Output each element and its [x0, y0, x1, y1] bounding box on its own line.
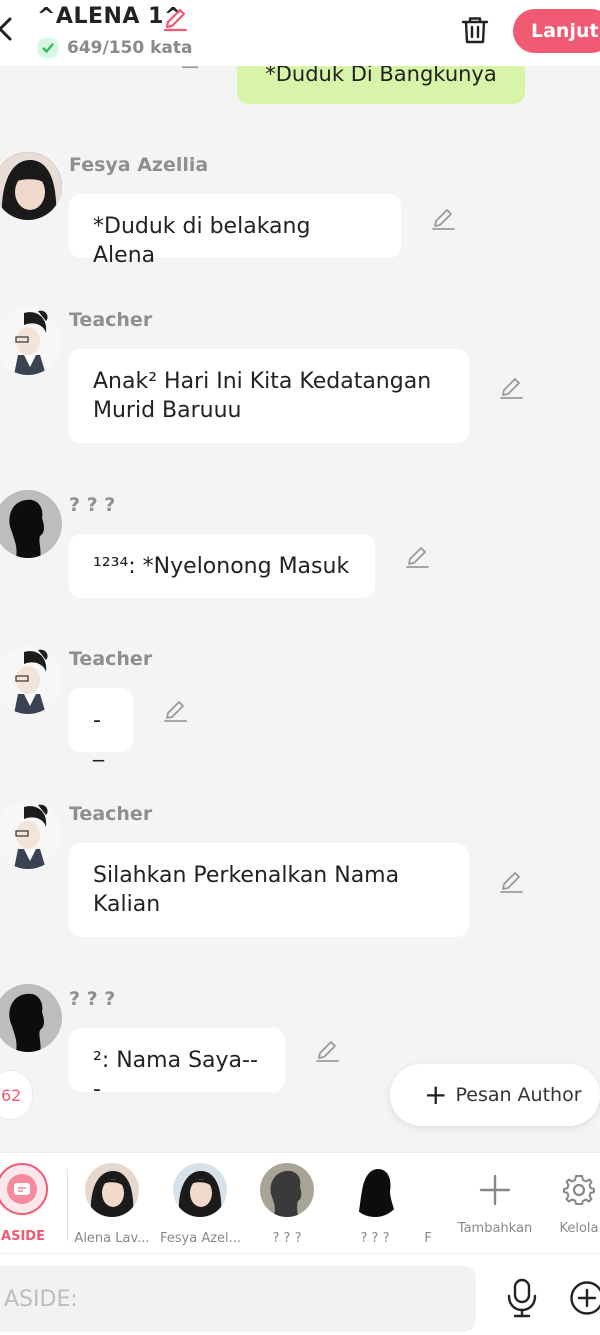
avatar[interactable] — [0, 984, 62, 1052]
avatar — [173, 1163, 227, 1217]
header: ^ALENA 1^ 649/150 kata Lanjut — [0, 0, 600, 66]
check-icon — [37, 37, 59, 59]
edit-message-icon[interactable] — [314, 1038, 340, 1064]
message-bubble[interactable]: ¹²³⁴: *Nyelonong Masuk — [69, 534, 375, 598]
add-circle-icon[interactable] — [569, 1280, 600, 1316]
character-fesya[interactable]: Fesya Azel... — [160, 1163, 242, 1246]
gear-icon — [552, 1163, 600, 1217]
character-label: Tambahkan — [457, 1221, 533, 1236]
edit-message-icon[interactable] — [498, 869, 524, 895]
character-label: ASIDE — [1, 1229, 45, 1244]
character-label: ? ? ? — [272, 1231, 302, 1246]
back-arrow-icon[interactable] — [0, 14, 20, 44]
avatar — [260, 1163, 314, 1217]
edit-message-icon[interactable] — [162, 698, 188, 724]
character-unknown-2[interactable]: ? ? ? — [348, 1163, 402, 1246]
avatar — [85, 1163, 139, 1217]
edit-message-icon[interactable] — [430, 206, 456, 232]
avatar[interactable] — [0, 801, 62, 869]
message-bubble[interactable]: ²: Nama Saya--- — [69, 1028, 285, 1102]
divider — [67, 1169, 68, 1241]
sender-name: Teacher — [69, 803, 153, 825]
character-partial[interactable]: F — [420, 1163, 436, 1246]
trash-icon[interactable] — [459, 14, 491, 46]
character-label: ? ? ? — [360, 1231, 390, 1246]
character-aside[interactable]: ASIDE — [0, 1163, 50, 1244]
avatar[interactable] — [0, 646, 62, 714]
edit-message-icon[interactable] — [498, 375, 524, 401]
word-count-text: 649/150 kata — [67, 38, 193, 58]
character-label: Kelola — [559, 1221, 599, 1236]
character-label: F — [424, 1231, 432, 1246]
character-label: Fesya Azel... — [160, 1231, 242, 1246]
sender-name: ? ? ? — [69, 988, 116, 1010]
aside-icon — [0, 1163, 48, 1215]
avatar[interactable] — [0, 152, 62, 220]
message-bubble[interactable]: Silahkan Perkenalkan Nama Kalian — [69, 843, 469, 937]
sender-name: Teacher — [69, 648, 153, 670]
edit-message-icon[interactable] — [404, 544, 430, 570]
message-input[interactable]: ASIDE: — [0, 1266, 476, 1332]
story-title[interactable]: ^ALENA 1^ — [37, 4, 183, 29]
plus-icon: + — [424, 1078, 448, 1111]
message-bubble[interactable]: *Duduk di belakang Alena — [69, 194, 401, 268]
character-unknown-1[interactable]: ? ? ? — [260, 1163, 314, 1246]
character-bar: ASIDE Alena Lav... Fesya Azel... ? ? ? ?… — [0, 1152, 600, 1254]
unread-badge[interactable]: 62 — [0, 1070, 33, 1120]
microphone-icon[interactable] — [505, 1278, 539, 1318]
message-bubble[interactable]: Anak² Hari Ini Kita Kedatangan Murid Bar… — [69, 349, 469, 443]
sender-name: Teacher — [69, 309, 153, 331]
avatar[interactable] — [0, 490, 62, 558]
next-button[interactable]: Lanjut — [513, 9, 600, 53]
author-message-button[interactable]: + Pesan Author — [390, 1064, 600, 1126]
avatar — [348, 1163, 402, 1217]
character-label: Alena Lav... — [74, 1231, 150, 1246]
plus-icon — [468, 1163, 522, 1217]
character-alena[interactable]: Alena Lav... — [72, 1163, 152, 1246]
add-character-button[interactable]: Tambahkan — [455, 1163, 535, 1236]
input-bar: ASIDE: — [0, 1254, 600, 1335]
message-bubble[interactable]: -_ — [69, 688, 133, 762]
manage-characters-button[interactable]: Kelola — [552, 1163, 600, 1236]
sender-name: ? ? ? — [69, 494, 116, 516]
word-count: 649/150 kata — [37, 37, 192, 59]
avatar[interactable] — [0, 307, 62, 375]
edit-title-icon[interactable] — [162, 6, 188, 32]
sender-name: Fesya Azellia — [69, 154, 209, 176]
author-message-label: Pesan Author — [455, 1084, 582, 1106]
